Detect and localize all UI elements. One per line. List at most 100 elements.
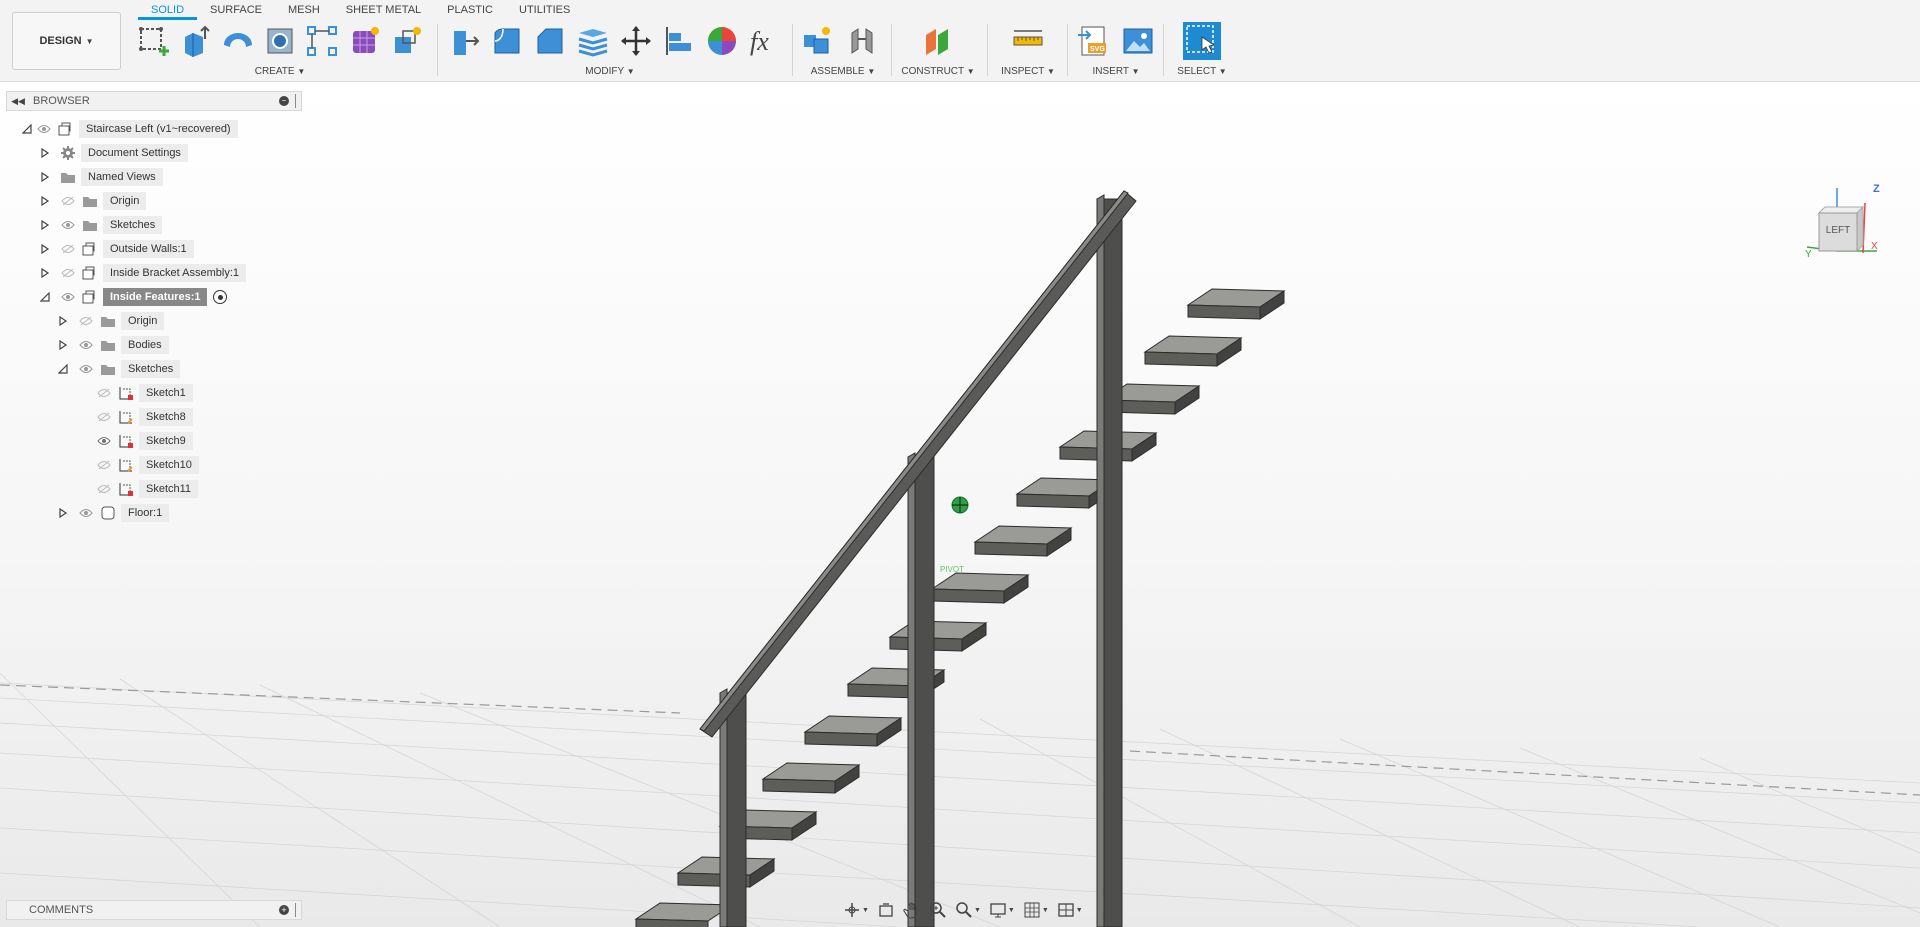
select-menu[interactable]: SELECT ▼ xyxy=(1170,66,1234,77)
appearance-button[interactable] xyxy=(702,21,741,61)
tree-label[interactable]: Staircase Left (v1~recovered) xyxy=(79,120,238,138)
tree-item-bodies[interactable]: Bodies xyxy=(55,334,169,356)
collapsed-triangle-icon[interactable] xyxy=(37,241,53,257)
tab-plastic[interactable]: PLASTIC xyxy=(434,0,506,20)
tree-label[interactable]: Floor:1 xyxy=(121,504,170,522)
press-pull-button[interactable] xyxy=(444,21,483,61)
visibility-eye-icon[interactable] xyxy=(77,505,95,521)
tree-label[interactable]: Sketches xyxy=(103,216,163,234)
pattern-button[interactable] xyxy=(303,21,341,61)
tree-item-document-settings[interactable]: Document Settings xyxy=(37,142,188,164)
tree-item-sketches-child[interactable]: Sketches xyxy=(55,358,181,380)
joint-button[interactable] xyxy=(842,21,882,61)
collapsed-triangle-icon[interactable] xyxy=(55,505,71,521)
hidden-eye-icon[interactable] xyxy=(77,313,95,329)
tree-item-sketch11[interactable]: Sketch11 xyxy=(95,478,199,500)
tree-label[interactable]: Document Settings xyxy=(81,144,188,162)
tree-item-outside-walls[interactable]: Outside Walls:1 xyxy=(37,238,194,260)
tree-item-origin[interactable]: Origin xyxy=(37,190,147,212)
plus-icon[interactable]: + xyxy=(279,905,289,915)
tree-item-sketch8[interactable]: Sketch8 xyxy=(95,406,193,428)
tree-item-sketch1[interactable]: Sketch1 xyxy=(95,382,193,404)
revolve-button[interactable] xyxy=(219,21,257,61)
tree-label[interactable]: Sketch11 xyxy=(139,480,199,498)
hidden-eye-icon[interactable] xyxy=(95,385,113,401)
visibility-eye-icon[interactable] xyxy=(77,337,95,353)
tree-item-named-views[interactable]: Named Views xyxy=(37,166,163,188)
browser-header[interactable]: ◀◀ BROWSER − xyxy=(6,91,302,111)
visibility-eye-icon[interactable] xyxy=(95,433,113,449)
assemble-menu[interactable]: ASSEMBLE ▼ xyxy=(798,66,888,77)
create-sketch-button[interactable] xyxy=(134,21,172,61)
collapsed-triangle-icon[interactable] xyxy=(37,217,53,233)
hidden-eye-icon[interactable] xyxy=(59,265,77,281)
tree-label[interactable]: Origin xyxy=(103,192,147,210)
new-component-button[interactable] xyxy=(798,21,838,61)
visibility-eye-icon[interactable] xyxy=(59,289,77,305)
tab-solid[interactable]: SOLID xyxy=(138,0,198,20)
align-button[interactable] xyxy=(659,21,698,61)
select-button[interactable] xyxy=(1183,22,1221,60)
collapsed-triangle-icon[interactable] xyxy=(37,193,53,209)
tree-label[interactable]: Named Views xyxy=(81,168,163,186)
collapsed-triangle-icon[interactable] xyxy=(55,313,71,329)
viewports-button[interactable]: ▼ xyxy=(1054,899,1086,921)
tree-label[interactable]: Sketch1 xyxy=(139,384,193,402)
tree-item-sketch9[interactable]: Sketch9 xyxy=(95,430,193,452)
comments-panel[interactable]: COMMENTS + xyxy=(6,900,302,920)
shell-button[interactable] xyxy=(573,21,612,61)
tree-label[interactable]: Inside Bracket Assembly:1 xyxy=(103,264,247,282)
tree-item-origin-child[interactable]: Origin xyxy=(55,310,165,332)
parameters-button[interactable]: fx xyxy=(745,21,784,61)
modify-menu[interactable]: MODIFY ▼ xyxy=(444,66,784,77)
tab-mesh[interactable]: MESH xyxy=(275,0,333,20)
workspace-dropdown[interactable]: DESIGN ▼ xyxy=(12,12,121,70)
expanded-triangle-icon[interactable] xyxy=(37,289,53,305)
look-at-button[interactable] xyxy=(874,899,898,921)
zoom-window-button[interactable]: ▼ xyxy=(952,899,984,921)
collapse-panel-icon[interactable]: ◀◀ xyxy=(7,96,29,107)
display-settings-button[interactable]: ▼ xyxy=(986,899,1018,921)
tree-item-root[interactable]: Staircase Left (v1~recovered) xyxy=(19,118,238,140)
visibility-eye-icon[interactable] xyxy=(77,361,95,377)
inspect-menu[interactable]: INSPECT ▼ xyxy=(994,66,1062,77)
tree-label-selected[interactable]: Inside Features:1 xyxy=(103,288,208,306)
derive-button[interactable] xyxy=(388,21,426,61)
collapsed-triangle-icon[interactable] xyxy=(55,337,71,353)
view-cube[interactable]: LEFT Z Y X xyxy=(1805,183,1885,273)
tree-label[interactable]: Origin xyxy=(121,312,165,330)
tree-item-floor[interactable]: Floor:1 xyxy=(55,502,170,524)
measure-button[interactable] xyxy=(1008,21,1048,61)
tree-item-inside-bracket-assembly[interactable]: Inside Bracket Assembly:1 xyxy=(37,262,247,284)
grid-snaps-button[interactable]: ▼ xyxy=(1020,899,1052,921)
visibility-eye-icon[interactable] xyxy=(59,217,77,233)
insert-svg-button[interactable]: SVG xyxy=(1074,21,1114,61)
hidden-eye-icon[interactable] xyxy=(95,481,113,497)
expanded-triangle-icon[interactable] xyxy=(19,121,35,137)
panel-grip-icon[interactable] xyxy=(295,903,297,917)
collapsed-triangle-icon[interactable] xyxy=(37,145,53,161)
construct-menu[interactable]: CONSTRUCT ▼ xyxy=(896,66,980,77)
chamfer-button[interactable] xyxy=(530,21,569,61)
collapsed-triangle-icon[interactable] xyxy=(37,265,53,281)
hidden-eye-icon[interactable] xyxy=(95,457,113,473)
offset-plane-button[interactable] xyxy=(918,21,958,61)
extrude-button[interactable] xyxy=(176,21,214,61)
form-button[interactable] xyxy=(345,21,383,61)
move-copy-button[interactable] xyxy=(616,21,655,61)
hidden-eye-icon[interactable] xyxy=(59,241,77,257)
insert-menu[interactable]: INSERT ▼ xyxy=(1074,66,1158,77)
tree-label[interactable]: Sketch8 xyxy=(139,408,193,426)
hole-button[interactable] xyxy=(261,21,299,61)
orbit-button[interactable]: ▼ xyxy=(840,899,872,921)
hidden-eye-icon[interactable] xyxy=(59,193,77,209)
zoom-button[interactable] xyxy=(926,899,950,921)
tab-surface[interactable]: SURFACE xyxy=(197,0,275,20)
tree-label[interactable]: Sketch10 xyxy=(139,456,199,474)
tree-item-sketches[interactable]: Sketches xyxy=(37,214,163,236)
minus-icon[interactable]: − xyxy=(279,96,289,106)
fillet-button[interactable] xyxy=(487,21,526,61)
tree-label[interactable]: Sketch9 xyxy=(139,432,193,450)
insert-canvas-button[interactable] xyxy=(1118,21,1158,61)
tab-utilities[interactable]: UTILITIES xyxy=(506,0,583,20)
